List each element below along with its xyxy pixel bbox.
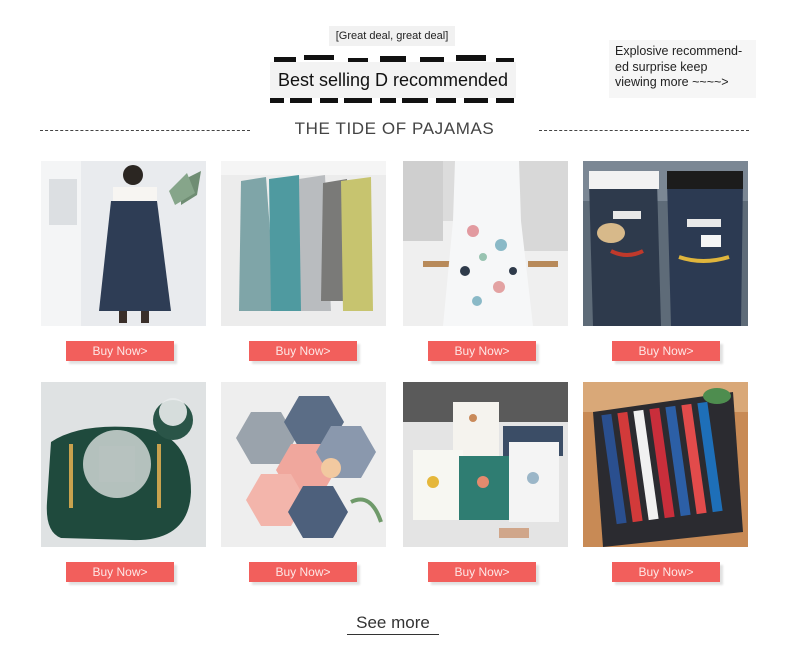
product-image-lunch-bags[interactable]	[403, 382, 568, 547]
buy-now-button[interactable]: Buy Now>	[66, 341, 174, 361]
buy-now-button[interactable]: Buy Now>	[249, 562, 357, 582]
buy-now-button[interactable]: Buy Now>	[612, 341, 720, 361]
section-title: THE TIDE OF PAJAMAS	[294, 119, 495, 138]
banner-title: Best selling D recommended	[270, 62, 516, 98]
product-image-apron-woman[interactable]	[41, 161, 206, 326]
deal-tag: [Great deal, great deal]	[329, 26, 455, 46]
product-image-aprons-peace[interactable]	[583, 161, 748, 326]
buy-now-button[interactable]: Buy Now>	[612, 562, 720, 582]
see-more-link[interactable]: See more	[347, 612, 439, 635]
divider-right	[539, 130, 749, 131]
buy-now-button[interactable]: Buy Now>	[249, 341, 357, 361]
buy-now-button[interactable]: Buy Now>	[428, 562, 536, 582]
product-image-apron-dotted[interactable]	[403, 161, 568, 326]
buy-now-button[interactable]: Buy Now>	[66, 562, 174, 582]
recommend-note: Explosive recommend-ed surprise keep vie…	[609, 40, 756, 98]
divider-left	[40, 130, 250, 131]
product-image-placemat[interactable]	[41, 382, 206, 547]
product-image-chopsticks[interactable]	[583, 382, 748, 547]
buy-now-button[interactable]: Buy Now>	[428, 341, 536, 361]
product-image-aprons-hanging[interactable]	[221, 161, 386, 326]
product-image-trivets[interactable]	[221, 382, 386, 547]
